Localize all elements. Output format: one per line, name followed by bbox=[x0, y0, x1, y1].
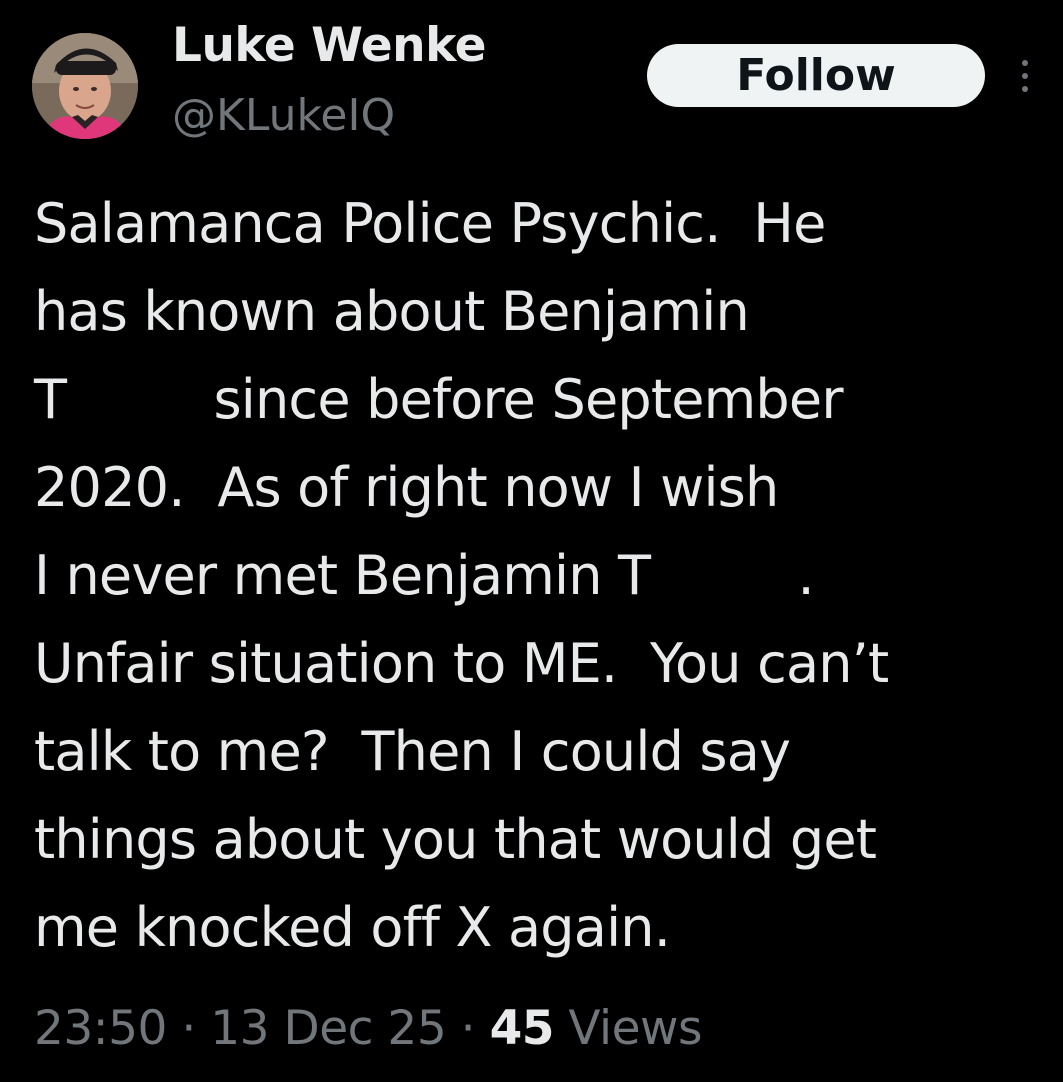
more-vertical-icon-dot bbox=[1022, 86, 1028, 92]
tweet-text-line: talk to me? Then I could say bbox=[34, 720, 791, 783]
tweet-text-line: 2020. As of right now I wish bbox=[34, 456, 779, 519]
tweet-text-line: I never met Benjamin T . bbox=[34, 544, 815, 607]
tweet-text-line: T since before September bbox=[34, 368, 844, 431]
tweet-card: Luke Wenke @KLukeIQ Follow Salamanca Pol… bbox=[0, 0, 1063, 1082]
user-handle[interactable]: @KLukeIQ bbox=[172, 86, 395, 146]
tweet-text-line: me knocked off X again. bbox=[34, 896, 671, 959]
avatar[interactable] bbox=[32, 33, 138, 139]
meta-separator: · bbox=[166, 1001, 211, 1056]
follow-button[interactable]: Follow bbox=[647, 44, 985, 107]
display-name[interactable]: Luke Wenke bbox=[172, 14, 487, 78]
tweet-date[interactable]: 13 Dec 25 bbox=[210, 1001, 446, 1056]
avatar-image bbox=[32, 33, 138, 139]
tweet-text-line: things about you that would get bbox=[34, 808, 877, 871]
tweet-time[interactable]: 23:50 bbox=[34, 1001, 167, 1056]
more-vertical-icon-dot bbox=[1022, 73, 1028, 79]
meta-separator: · bbox=[446, 1001, 490, 1056]
views-label: Views bbox=[553, 1001, 702, 1056]
tweet-text-line: has known about Benjamin bbox=[34, 280, 750, 343]
tweet-text-line: Salamanca Police Psychic. He bbox=[34, 192, 826, 255]
more-vertical-icon bbox=[1022, 60, 1028, 66]
tweet-text-line: Unfair situation to ME. You can’t bbox=[34, 632, 889, 695]
views-count: 45 bbox=[489, 1001, 555, 1056]
tweet-text: Salamanca Police Psychic. He has known a… bbox=[34, 180, 1034, 972]
more-options-button[interactable] bbox=[1012, 56, 1038, 96]
tweet-meta: 23:50 · 13 Dec 25 · 45 Views bbox=[34, 996, 702, 1062]
